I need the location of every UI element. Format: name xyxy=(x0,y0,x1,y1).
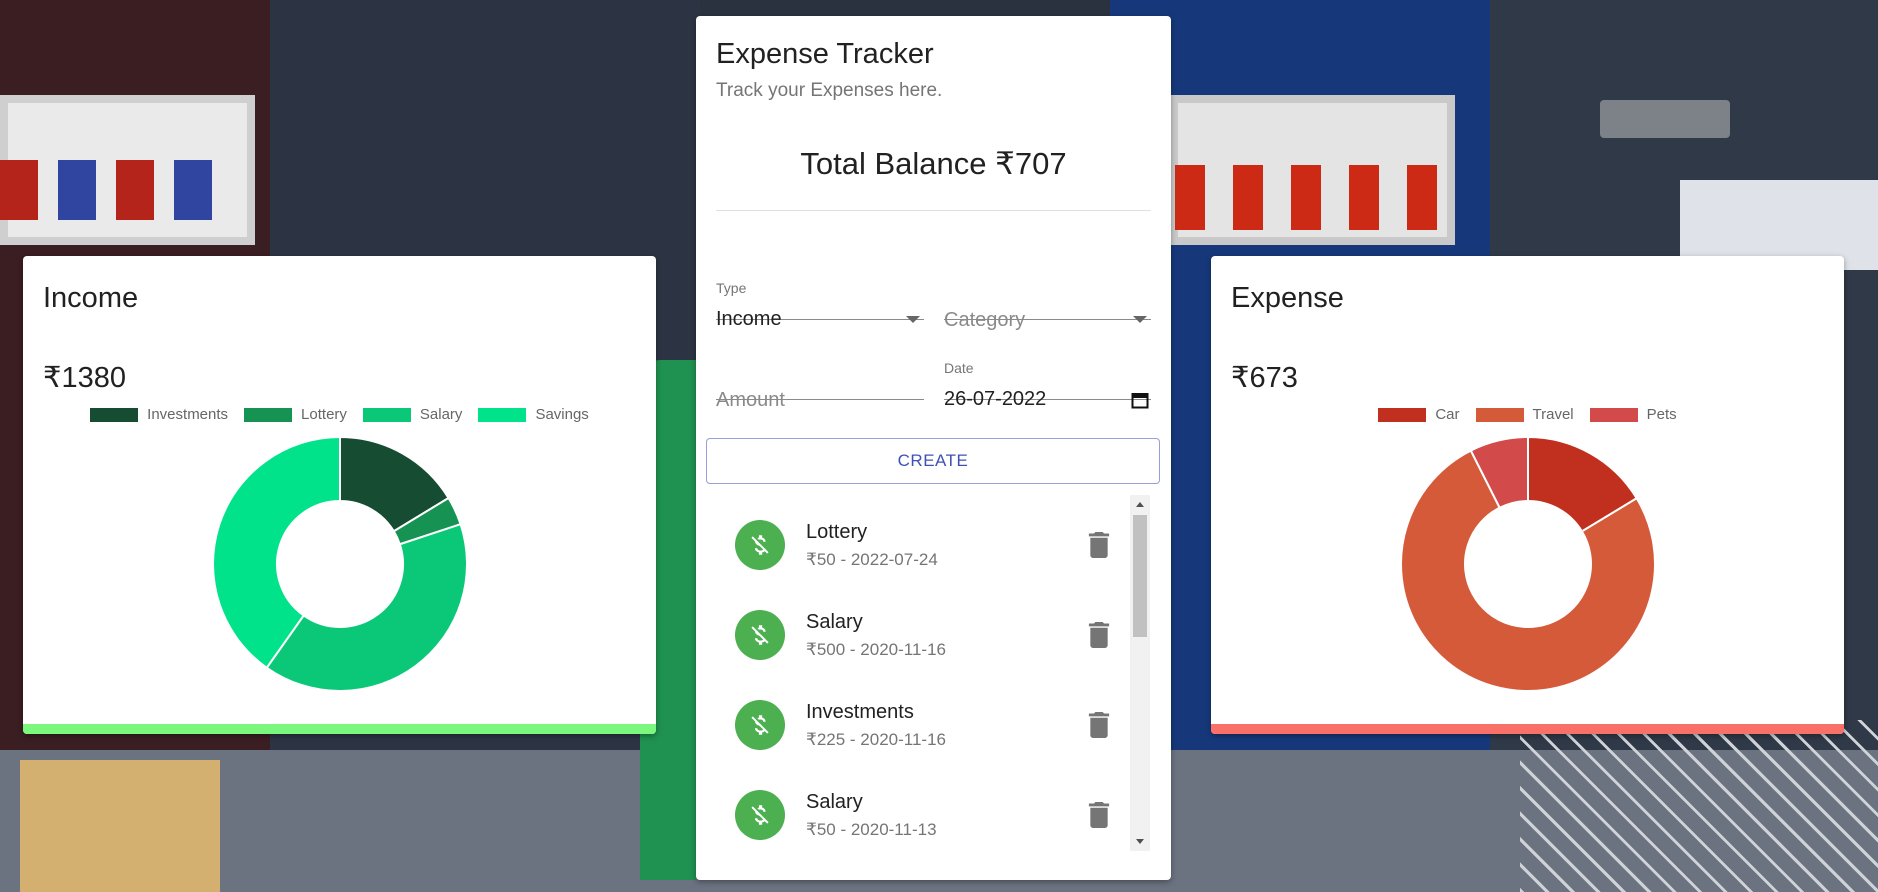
income-legend-label: Investments xyxy=(147,406,229,423)
income-slice-salary[interactable] xyxy=(265,522,468,692)
date-value: 26-07-2022 xyxy=(944,388,1047,410)
trash-icon[interactable] xyxy=(1088,712,1110,738)
income-legend-swatch xyxy=(478,407,527,422)
scroll-up-arrow-icon[interactable] xyxy=(1136,502,1144,507)
expense-legend-item[interactable]: Car xyxy=(1378,406,1460,423)
income-legend: Investments Lottery Salary Savings xyxy=(23,406,656,423)
scroll-thumb[interactable] xyxy=(1133,515,1147,637)
expense-legend-swatch xyxy=(1378,407,1427,422)
expense-legend-label: Travel xyxy=(1532,406,1574,423)
income-amount: ₹1380 xyxy=(43,362,126,394)
create-button[interactable]: CREATE xyxy=(706,438,1160,484)
expense-legend-item[interactable]: Pets xyxy=(1589,406,1677,423)
income-legend-item[interactable]: Lottery xyxy=(244,406,347,423)
transaction-category: Lottery xyxy=(806,521,868,543)
transaction-list[interactable]: Lottery ₹50 - 2022-07-24 Salary ₹500 - 2… xyxy=(706,494,1152,852)
money-off-icon xyxy=(735,520,785,570)
tracker-subtitle: Track your Expenses here. xyxy=(716,80,943,101)
transaction-item[interactable]: Salary ₹500 - 2020-11-16 xyxy=(706,584,1126,674)
income-legend-label: Savings xyxy=(535,406,589,423)
expense-legend-label: Car xyxy=(1435,406,1460,423)
caret-down-icon xyxy=(906,316,920,323)
transaction-detail: ₹225 - 2020-11-16 xyxy=(806,730,946,749)
transaction-detail: ₹500 - 2020-11-16 xyxy=(806,640,946,659)
income-title: Income xyxy=(43,282,139,314)
income-legend-label: Lottery xyxy=(301,406,347,423)
date-input[interactable]: Date 26-07-2022 xyxy=(944,344,1151,410)
money-off-icon xyxy=(735,790,785,840)
income-legend-swatch xyxy=(90,407,139,422)
income-legend-item[interactable]: Savings xyxy=(478,406,589,423)
expense-legend-item[interactable]: Travel xyxy=(1475,406,1574,423)
total-balance: Total Balance ₹707 xyxy=(800,146,1067,181)
income-legend-swatch xyxy=(362,407,411,422)
income-card: Income ₹1380 Investments Lottery Salary Sav… xyxy=(23,256,656,734)
trash-icon[interactable] xyxy=(1088,622,1110,648)
type-select[interactable]: Type Income xyxy=(716,264,924,330)
trash-icon[interactable] xyxy=(1088,802,1110,828)
expense-legend-swatch xyxy=(1475,407,1524,422)
date-label: Date xyxy=(944,360,974,376)
transaction-detail: ₹50 - 2020-11-13 xyxy=(806,820,937,839)
tracker-title: Expense Tracker xyxy=(716,38,934,70)
transaction-category: Salary xyxy=(806,611,863,633)
expense-donut-chart xyxy=(1400,436,1656,692)
expense-card: Expense ₹673 Car Travel Pets xyxy=(1211,256,1844,734)
category-select[interactable]: Category xyxy=(944,264,1151,331)
expense-legend: Car Travel Pets xyxy=(1211,406,1844,423)
money-off-icon xyxy=(735,700,785,750)
income-bottom-bar xyxy=(23,724,656,734)
transaction-item[interactable]: Investments ₹225 - 2020-11-16 xyxy=(706,674,1126,764)
expense-amount: ₹673 xyxy=(1231,362,1298,394)
expense-bottom-bar xyxy=(1211,724,1844,734)
transaction-category: Salary xyxy=(806,791,863,813)
transaction-category: Investments xyxy=(806,701,914,723)
amount-placeholder: Amount xyxy=(716,389,785,411)
expense-tracker-card: Expense Tracker Track your Expenses here… xyxy=(696,16,1171,880)
type-value: Income xyxy=(716,308,782,330)
income-donut-chart xyxy=(212,436,468,692)
trash-icon[interactable] xyxy=(1088,532,1110,558)
expense-legend-swatch xyxy=(1589,407,1638,422)
income-legend-item[interactable]: Investments xyxy=(90,406,228,423)
expense-legend-label: Pets xyxy=(1646,406,1677,423)
expense-title: Expense xyxy=(1231,282,1344,314)
scroll-down-arrow-icon[interactable] xyxy=(1136,839,1144,844)
amount-input[interactable]: Amount xyxy=(716,344,924,411)
transaction-detail: ₹50 - 2022-07-24 xyxy=(806,550,938,569)
money-off-icon xyxy=(735,610,785,660)
divider xyxy=(716,210,1151,211)
calendar-icon[interactable] xyxy=(1131,391,1149,409)
transaction-item[interactable]: Salary ₹50 - 2020-11-13 xyxy=(706,764,1126,852)
income-legend-swatch xyxy=(244,407,293,422)
income-legend-item[interactable]: Salary xyxy=(362,406,463,423)
transaction-list-scrollbar[interactable] xyxy=(1130,495,1150,851)
category-placeholder: Category xyxy=(944,309,1026,331)
transaction-item[interactable]: Lottery ₹50 - 2022-07-24 xyxy=(706,494,1126,584)
income-legend-label: Salary xyxy=(419,406,463,423)
type-label: Type xyxy=(716,280,747,296)
caret-down-icon xyxy=(1133,316,1147,323)
